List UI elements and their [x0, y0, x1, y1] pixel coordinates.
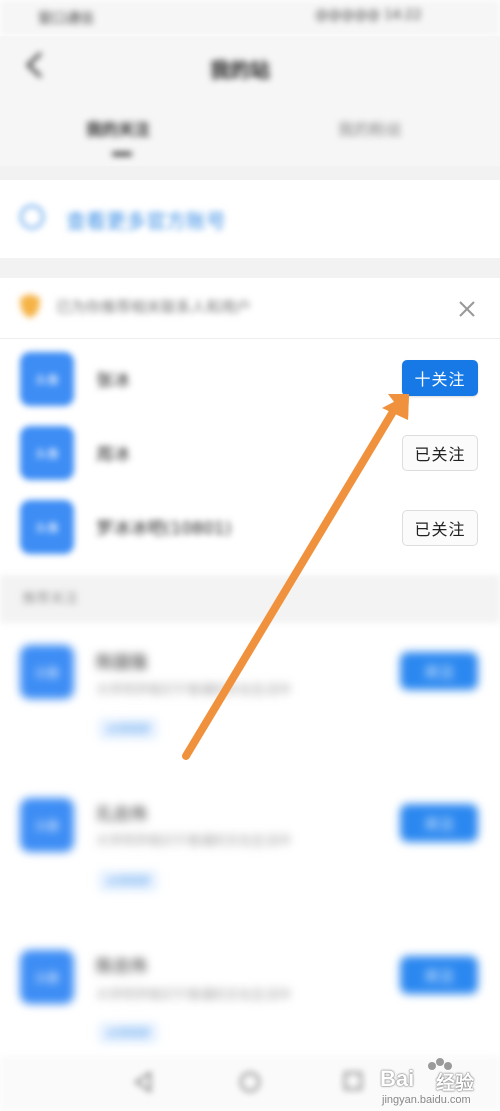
shield-icon [20, 294, 40, 318]
watermark-brand: Bai [380, 1066, 415, 1091]
suggestion-tag: 大学同学 [98, 870, 158, 892]
tab-following[interactable]: 我的关注 [86, 116, 150, 140]
followed-button[interactable]: 已关注 [402, 435, 478, 471]
follow-button[interactable]: 十关注 [402, 360, 478, 396]
watermark-suffix: 经验 [436, 1072, 475, 1094]
suggestion-follow-button[interactable]: 关注 [400, 804, 478, 842]
suggestion-follow-button[interactable]: 关注 [400, 956, 478, 994]
divider [0, 338, 500, 339]
suggestion-follow-button[interactable]: 关注 [400, 652, 478, 690]
back-arrow-icon[interactable] [18, 48, 52, 82]
avatar[interactable]: 头像 [20, 426, 74, 480]
suggestion-name: 陈志伟 [96, 957, 147, 977]
account-name: 张冰 [96, 371, 130, 391]
suggestion-desc: 大学同学相识于普通的文化生活中 [96, 988, 292, 1003]
suggestion-name: 陈国强 [96, 653, 147, 673]
avatar[interactable]: 头像 [20, 500, 74, 554]
avatar[interactable]: 头像 [20, 352, 74, 406]
suggestion-tag: 大学同学 [98, 718, 158, 740]
divider [0, 166, 500, 180]
nav-recent-icon[interactable] [342, 1070, 364, 1092]
nav-back-icon[interactable] [132, 1070, 154, 1094]
suggestion-desc: 大学同学相识于普通的文化生活中 [96, 834, 292, 849]
avatar[interactable]: 头像 [20, 645, 74, 699]
suggestion-desc: 大学同学相识于普通的文化生活中 [96, 683, 292, 698]
section-label: 推荐关注 [22, 591, 78, 607]
account-name: 罗冰冰吧(10801) [96, 519, 232, 539]
avatar[interactable]: 头像 [20, 798, 74, 852]
tab-fans[interactable]: 我的粉丝 [338, 116, 402, 140]
page-title: 我的站 [210, 58, 270, 82]
close-icon[interactable] [456, 298, 478, 320]
followed-button[interactable]: 已关注 [402, 510, 478, 546]
watermark-url: jingyan.baidu.com [382, 1094, 471, 1106]
suggestion-tag: 大学同学 [98, 1022, 158, 1044]
tab-indicator [112, 152, 132, 156]
avatar[interactable]: 头像 [20, 950, 74, 1004]
recommend-text: 已为你推荐相关联系人和用户 [56, 298, 252, 316]
divider [0, 258, 500, 278]
status-bar-left: 窗口通信 [38, 11, 94, 27]
info-circle-icon [20, 205, 44, 229]
status-bar-right: @@@@@ 14:22 [315, 8, 422, 23]
suggestion-name: 孔志伟 [96, 805, 147, 825]
official-accounts-link[interactable]: 查看更多官方账号 [66, 205, 226, 234]
account-name: 周冰 [96, 445, 130, 465]
nav-home-icon[interactable] [238, 1070, 262, 1094]
watermark: Bai 经验 jingyan.baidu.com [378, 1052, 498, 1110]
